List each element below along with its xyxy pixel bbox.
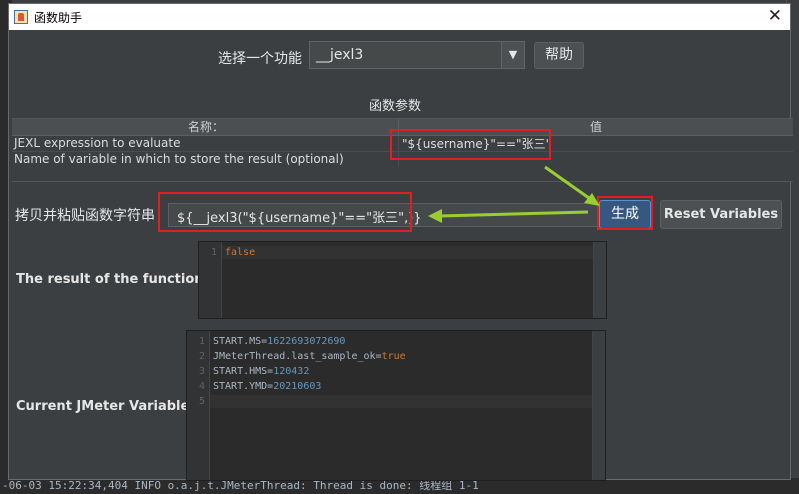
arrow-head <box>428 209 442 223</box>
annotation-arrows <box>428 165 600 223</box>
arrow-to-function-string <box>439 210 589 218</box>
